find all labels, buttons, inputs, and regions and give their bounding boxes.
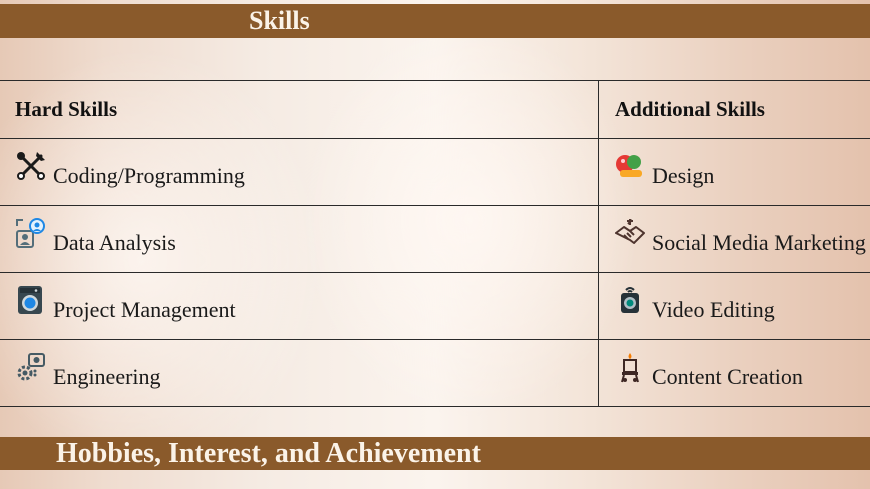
- crossed-tools-icon: [15, 150, 47, 182]
- hobbies-title: Hobbies, Interest, and Achievement: [56, 438, 481, 469]
- skills-section-header: Skills: [0, 4, 870, 38]
- hard-skills-header: Hard Skills: [0, 80, 599, 139]
- easel-icon: [614, 351, 646, 383]
- hard-skill-cell: Coding/Programming: [0, 138, 599, 206]
- washing-machine-icon: [15, 284, 47, 316]
- additional-skills-header: Additional Skills: [598, 80, 870, 139]
- hard-skill-cell: Project Management: [0, 272, 599, 340]
- hard-skill-cell: Data Analysis: [0, 205, 599, 273]
- additional-skill-label: Design: [652, 163, 715, 188]
- table-row: Project Management Video Editing: [0, 272, 870, 340]
- additional-skill-cell: Design: [598, 138, 870, 206]
- table-header-row: Hard Skills Additional Skills: [0, 80, 870, 139]
- hard-skill-label: Engineering: [53, 364, 161, 389]
- additional-skill-label: Video Editing: [652, 297, 775, 322]
- additional-skill-cell: Video Editing: [598, 272, 870, 340]
- hard-skill-label: Data Analysis: [53, 230, 176, 255]
- user-data-icon: [15, 217, 47, 249]
- handshake-icon: [614, 217, 646, 249]
- skills-table: Hard Skills Additional Skills Coding/Pro…: [0, 80, 870, 407]
- table-row: Coding/Programming Design: [0, 138, 870, 206]
- additional-skill-cell: Content Creation: [598, 339, 870, 407]
- table-row: Data Analysis Social Media Marketing: [0, 205, 870, 273]
- additional-skill-label: Content Creation: [652, 364, 803, 389]
- camera-device-icon: [614, 284, 646, 316]
- design-palette-icon: [614, 150, 646, 182]
- skills-title: Skills: [249, 6, 310, 35]
- table-row: Engineering Content Creation: [0, 339, 870, 407]
- hard-skill-label: Coding/Programming: [53, 163, 245, 188]
- hard-skill-label: Project Management: [53, 297, 236, 322]
- hard-skill-cell: Engineering: [0, 339, 599, 407]
- gears-icon: [15, 351, 47, 383]
- additional-skill-label: Social Media Marketing: [652, 230, 866, 255]
- hobbies-section-header: Hobbies, Interest, and Achievement: [0, 437, 870, 470]
- additional-skill-cell: Social Media Marketing: [598, 205, 870, 273]
